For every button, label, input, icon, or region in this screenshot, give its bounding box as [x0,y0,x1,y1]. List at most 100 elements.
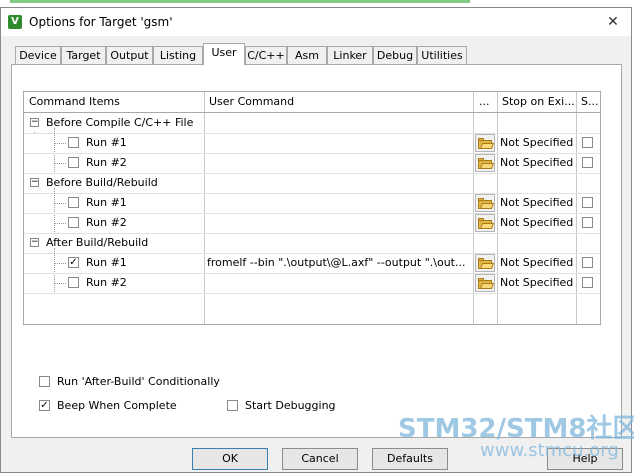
tree-branch [54,223,66,224]
run-label: Run #2 [86,216,127,229]
folder-open-icon [478,198,495,209]
run-after-build-label: Run 'After-Build' Conditionally [57,375,220,388]
table-row: ✓ Run #1 fromelf --bin ".\output\@L.axf"… [24,253,600,273]
background-strip [0,0,634,7]
stop-on-exit-status[interactable]: Not Specified [500,253,573,273]
group-label: Before Build/Rebuild [46,176,158,189]
folder-open-icon [478,138,495,149]
collapse-toggle[interactable]: − [30,178,39,187]
folder-open-icon [478,278,495,289]
tab-c-cpp[interactable]: C/C++ [245,46,287,64]
group-row-after-build: − After Build/Rebuild [24,233,600,253]
start-debugging-label: Start Debugging [245,399,336,412]
header-browse[interactable]: ... [479,92,494,112]
s-checkbox[interactable] [582,277,593,288]
tree-branch [54,203,66,204]
header-stop-on-exit[interactable]: Stop on Exi... [502,92,574,112]
s-checkbox[interactable] [582,257,593,268]
user-command-field[interactable] [207,273,472,293]
beep-when-complete-checkbox[interactable]: ✓ [39,400,50,411]
table-row: Run #2 Not Specified [24,213,600,233]
stop-on-exit-status[interactable]: Not Specified [500,273,573,293]
tab-listing[interactable]: Listing [153,46,203,64]
header-user-command[interactable]: User Command [209,92,469,112]
s-checkbox[interactable] [582,197,593,208]
user-command-field[interactable] [207,153,472,173]
close-button[interactable]: ✕ [605,14,621,30]
header-s[interactable]: S... [581,92,599,112]
tab-utilities[interactable]: Utilities [417,46,467,64]
s-checkbox[interactable] [582,137,593,148]
run-after-build-checkbox[interactable] [39,376,50,387]
tab-asm[interactable]: Asm [287,46,327,64]
header-command-items[interactable]: Command Items [29,92,199,112]
run-enable-checkbox[interactable] [68,277,79,288]
tree-branch [54,283,66,284]
folder-open-icon [478,218,495,229]
tab-user[interactable]: User [203,43,245,65]
browse-button[interactable] [475,254,495,272]
folder-open-icon [478,158,495,169]
stop-on-exit-status[interactable]: Not Specified [500,133,573,153]
tab-linker[interactable]: Linker [327,46,373,64]
s-checkbox[interactable] [582,157,593,168]
tab-device[interactable]: Device [15,46,61,64]
tree-branch [54,143,66,144]
s-checkbox[interactable] [582,217,593,228]
table-row: Run #2 Not Specified [24,153,600,173]
collapse-toggle[interactable]: − [30,238,39,247]
run-label: Run #1 [86,256,127,269]
table-row: Run #2 Not Specified [24,273,600,293]
start-debugging-checkbox[interactable] [227,400,238,411]
dialog-title: Options for Target 'gsm' [29,15,173,29]
run-enable-checkbox[interactable] [68,197,79,208]
user-command-field[interactable] [207,213,472,233]
checkmark-icon: ✓ [40,400,49,411]
group-row-before-build: − Before Build/Rebuild [24,173,600,193]
beep-when-complete-label: Beep When Complete [57,399,177,412]
cancel-button[interactable]: Cancel [282,448,358,470]
browse-button[interactable] [475,214,495,232]
defaults-button[interactable]: Defaults [372,448,448,470]
run-label: Run #1 [86,136,127,149]
user-command-field[interactable]: fromelf --bin ".\output\@L.axf" --output… [207,253,472,273]
run-enable-checkbox[interactable]: ✓ [68,257,79,268]
table-row: Run #1 Not Specified [24,133,600,153]
tree-branch [54,163,66,164]
tab-debug[interactable]: Debug [373,46,417,64]
tree-branch [54,263,66,264]
user-commands-grid: Command Items User Command ... Stop on E… [23,91,601,325]
tab-target[interactable]: Target [61,46,106,64]
group-row-before-compile: − Before Compile C/C++ File [24,113,600,133]
ok-button[interactable]: OK [192,448,268,470]
group-label: Before Compile C/C++ File [46,116,194,129]
collapse-toggle[interactable]: − [30,118,39,127]
options-dialog: V Options for Target 'gsm' ✕ Device Targ… [0,7,632,473]
stop-on-exit-status[interactable]: Not Specified [500,213,573,233]
table-row: Run #1 Not Specified [24,193,600,213]
user-tab-panel: Command Items User Command ... Stop on E… [11,64,622,438]
tab-output[interactable]: Output [106,46,153,64]
user-command-field[interactable] [207,193,472,213]
folder-open-icon [478,258,495,269]
run-enable-checkbox[interactable] [68,217,79,228]
background-strip-bar [10,0,470,3]
browse-button[interactable] [475,274,495,292]
run-label: Run #1 [86,196,127,209]
browse-button[interactable] [475,154,495,172]
user-command-field[interactable] [207,133,472,153]
row-divider [24,293,600,294]
keil-app-icon: V [8,15,22,29]
stop-on-exit-status[interactable]: Not Specified [500,153,573,173]
run-label: Run #2 [86,156,127,169]
help-button[interactable]: Help [547,448,623,470]
run-enable-checkbox[interactable] [68,137,79,148]
browse-button[interactable] [475,194,495,212]
close-icon: ✕ [607,14,619,30]
stop-on-exit-status[interactable]: Not Specified [500,193,573,213]
group-label: After Build/Rebuild [46,236,149,249]
browse-button[interactable] [475,134,495,152]
run-enable-checkbox[interactable] [68,157,79,168]
title-bar: V Options for Target 'gsm' ✕ [1,8,631,36]
checkmark-icon: ✓ [69,257,78,268]
